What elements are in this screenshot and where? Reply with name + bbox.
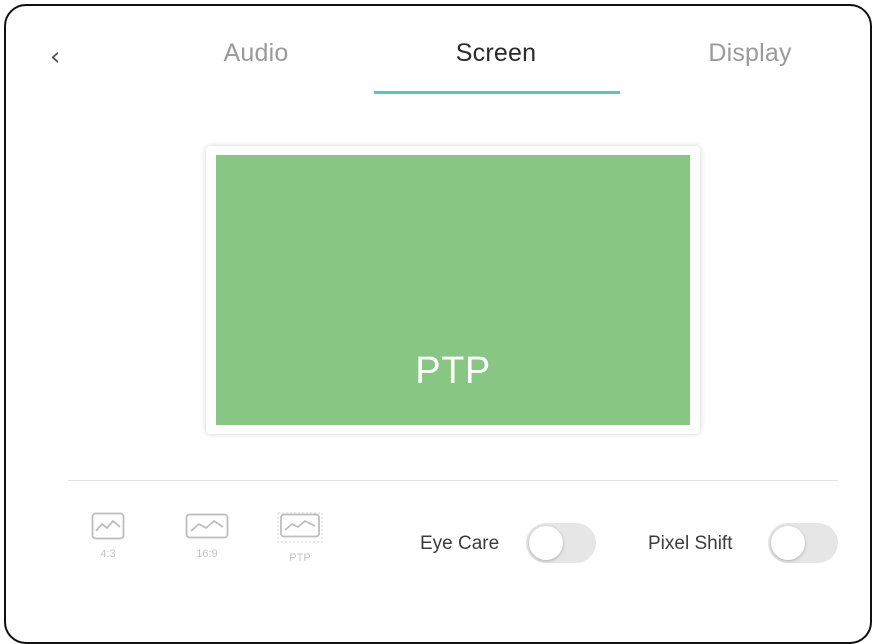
divider: [68, 480, 838, 481]
active-tab-indicator: [374, 91, 620, 94]
aspect-ratio-16-9-button[interactable]: 16:9: [177, 512, 237, 560]
eye-care-toggle[interactable]: [526, 523, 596, 563]
tab-display[interactable]: Display: [680, 39, 820, 68]
image-ptp-icon: [277, 512, 323, 543]
image-16-9-icon: [185, 513, 229, 539]
chevron-left-icon[interactable]: ‹: [50, 44, 70, 72]
aspect-ratio-label: PTP: [289, 552, 311, 564]
toggle-knob: [529, 526, 563, 560]
aspect-ratio-label: 16:9: [196, 548, 218, 560]
eye-care-label: Eye Care: [420, 533, 500, 554]
tab-audio[interactable]: Audio: [196, 39, 316, 68]
screen-preview-frame: PTP: [206, 146, 700, 434]
pixel-shift-label: Pixel Shift: [648, 533, 733, 554]
pixel-shift-toggle[interactable]: [768, 523, 838, 563]
settings-panel: ‹ Audio Screen Display PTP 4:3 16:9 PTP …: [4, 4, 872, 644]
aspect-ratio-label: 4:3: [100, 548, 116, 560]
aspect-ratio-4-3-button[interactable]: 4:3: [78, 512, 138, 560]
aspect-ratio-ptp-button[interactable]: PTP: [270, 512, 330, 564]
image-4-3-icon: [91, 512, 125, 540]
preview-mode-label: PTP: [415, 350, 491, 392]
screen-preview: PTP: [216, 155, 690, 425]
toggle-knob: [771, 526, 805, 560]
tab-screen[interactable]: Screen: [426, 39, 566, 68]
